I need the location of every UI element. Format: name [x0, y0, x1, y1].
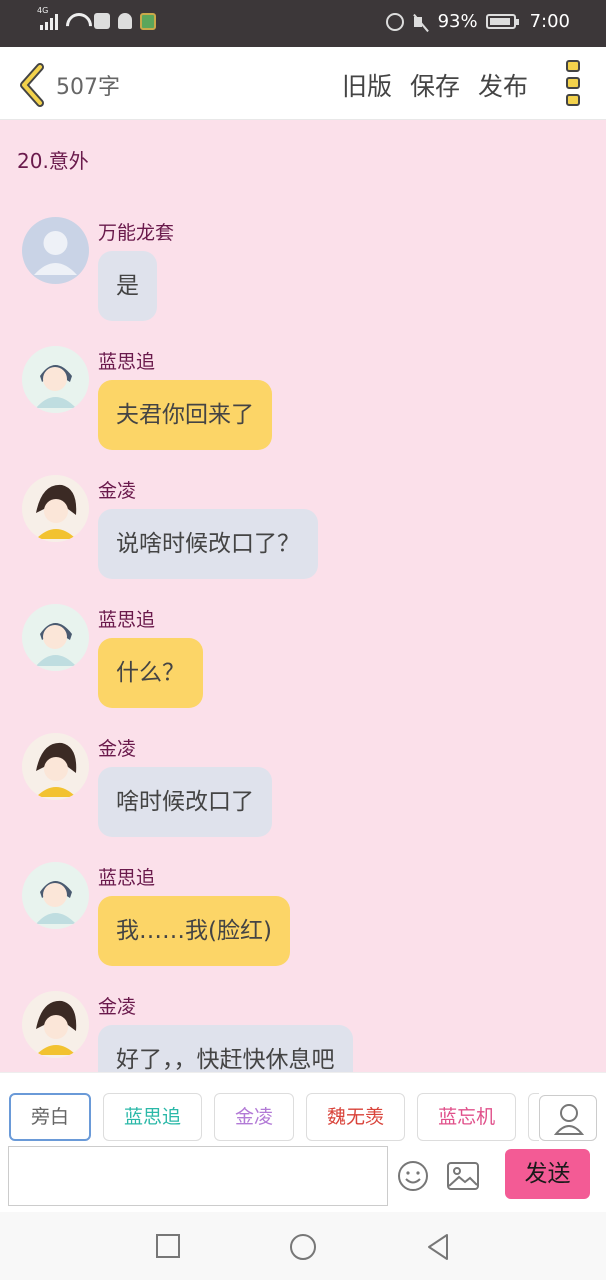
alarm-icon — [385, 12, 404, 31]
clock: 7:00 — [529, 11, 570, 32]
mute-icon — [412, 13, 430, 31]
role-chip[interactable]: 旁白 — [9, 1093, 92, 1141]
jin-ling-avatar[interactable] — [22, 475, 89, 542]
emoji-icon — [398, 1161, 428, 1191]
image-button[interactable] — [446, 1161, 480, 1191]
message-bubble[interactable]: 是 — [98, 251, 157, 321]
back-button[interactable] — [16, 63, 48, 107]
speaker-name: 金凌 — [98, 996, 137, 1018]
word-count: 507字 — [56, 75, 120, 100]
speaker-name: 蓝思追 — [98, 351, 156, 373]
role-chip[interactable]: 蓝思追 — [103, 1093, 203, 1141]
image-icon — [447, 1162, 479, 1190]
notification-icon — [140, 12, 156, 30]
jin-ling-avatar[interactable] — [22, 733, 89, 800]
default-avatar[interactable] — [22, 217, 89, 284]
message-bubble[interactable]: 我……我(脸红) — [98, 896, 290, 966]
back-arrow-icon — [20, 63, 44, 107]
message-input[interactable] — [8, 1146, 388, 1206]
back-icon[interactable] — [425, 1233, 451, 1265]
old-version-button[interactable]: 旧版 — [342, 67, 392, 103]
role-selector: 旁白 蓝思追 金凌 魏无羡 蓝忘机 叔 — [9, 1093, 539, 1141]
battery-icon — [485, 14, 519, 29]
speaker-name: 蓝思追 — [98, 867, 156, 889]
speaker-name: 金凌 — [98, 480, 137, 502]
battery-percent: 93% — [437, 11, 478, 32]
speaker-name: 金凌 — [98, 738, 137, 760]
status-bar: 4G 93% 7:00 — [0, 0, 606, 47]
qq-icon — [118, 13, 132, 29]
home-icon[interactable] — [289, 1233, 317, 1265]
editor-toolbar: 507字 旧版 保存 发布 — [0, 47, 606, 120]
manage-roles-button[interactable] — [539, 1095, 597, 1141]
input-panel: 旁白 蓝思追 金凌 魏无羡 蓝忘机 叔 发送 — [0, 1072, 606, 1212]
save-button[interactable]: 保存 — [410, 67, 460, 103]
system-nav-bar — [0, 1212, 606, 1280]
message-bubble[interactable]: 啥时候改口了 — [98, 767, 272, 837]
speaker-name: 万能龙套 — [98, 222, 175, 244]
person-icon — [553, 1104, 585, 1135]
speaker-name: 蓝思追 — [98, 609, 156, 631]
message-bubble[interactable]: 什么？ — [98, 638, 203, 708]
role-chip[interactable]: 蓝忘机 — [417, 1093, 517, 1141]
send-button[interactable]: 发送 — [505, 1149, 590, 1199]
message-bubble[interactable]: 夫君你回来了 — [98, 380, 272, 450]
status-right-icons: 93% 7:00 — [385, 11, 570, 32]
signal-icon: 4G — [37, 6, 58, 30]
status-left-icons: 4G — [37, 6, 156, 30]
more-menu-icon[interactable] — [566, 60, 580, 106]
role-chip[interactable]: 金凌 — [214, 1093, 295, 1141]
role-chip[interactable]: 魏无羡 — [306, 1093, 406, 1141]
jin-ling-avatar[interactable] — [22, 991, 89, 1058]
emoji-button[interactable] — [397, 1160, 429, 1192]
toolbar-actions: 旧版 保存 发布 — [342, 67, 528, 103]
wifi-icon — [66, 13, 86, 29]
role-chip[interactable]: 叔 — [528, 1093, 539, 1141]
lan-sizhui-avatar[interactable] — [22, 862, 89, 929]
recent-apps-icon[interactable] — [155, 1233, 181, 1263]
message-bubble[interactable]: 说啥时候改口了？ — [98, 509, 318, 579]
chapter-title: 20.意外 — [17, 149, 89, 173]
network-type: 4G — [37, 6, 49, 15]
lan-sizhui-avatar[interactable] — [22, 346, 89, 413]
publish-button[interactable]: 发布 — [478, 67, 528, 103]
lan-sizhui-avatar[interactable] — [22, 604, 89, 671]
app-icon — [94, 13, 110, 29]
